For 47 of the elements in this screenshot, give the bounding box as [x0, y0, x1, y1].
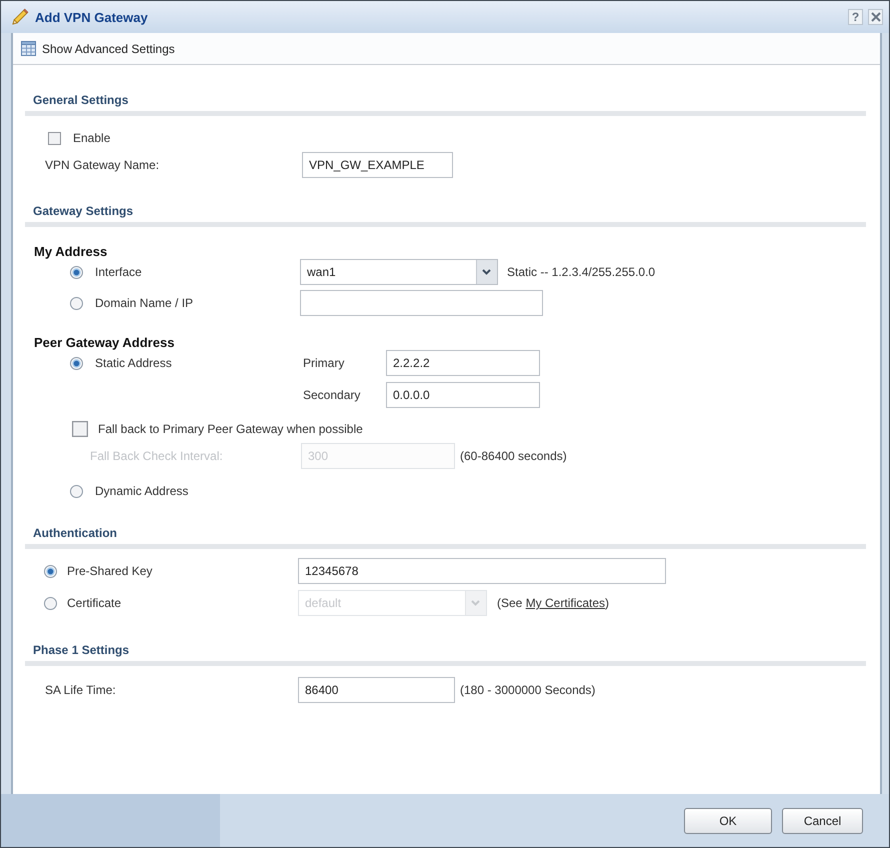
text-field[interactable] — [300, 290, 543, 316]
section-heading: Authentication — [33, 526, 117, 540]
checkbox[interactable] — [48, 132, 61, 144]
text-field[interactable]: 12345678 — [298, 558, 666, 584]
field-label: Primary — [303, 356, 344, 370]
field-label: SA Life Time: — [45, 683, 116, 697]
close-icon — [870, 12, 880, 22]
radio-button[interactable] — [70, 356, 83, 370]
caret-icon[interactable] — [476, 260, 497, 284]
option-label: Interface — [95, 265, 142, 279]
group-heading: Peer Gateway Address — [34, 334, 174, 350]
text-field[interactable]: 0.0.0.0 — [386, 382, 540, 408]
radio-button[interactable] — [70, 296, 83, 310]
help-button[interactable]: ? — [848, 9, 863, 25]
option-label: Pre-Shared Key — [67, 564, 152, 578]
radio-button[interactable] — [70, 266, 83, 278]
checkbox-label: Enable — [73, 131, 110, 145]
cancel-button[interactable]: Cancel — [782, 808, 863, 834]
dropdown[interactable]: wan1 — [300, 259, 498, 285]
window-title: Add VPN Gateway — [35, 10, 148, 24]
advanced-settings-button[interactable]: Show Advanced Settings — [19, 39, 177, 58]
option-label: Dynamic Address — [95, 484, 188, 498]
text-field[interactable]: 2.2.2.2 — [386, 350, 540, 376]
section-heading: Gateway Settings — [33, 204, 134, 218]
text-field[interactable]: 86400 — [298, 677, 455, 703]
range-hint: (60-86400 seconds) — [460, 449, 567, 463]
pencil-icon — [11, 8, 29, 26]
radio-button[interactable] — [44, 564, 57, 578]
option-label: Domain Name / IP — [95, 296, 194, 310]
range-hint: (180 - 3000000 Seconds) — [460, 683, 596, 697]
option-label: Static Address — [95, 356, 172, 370]
radio-button[interactable] — [70, 484, 83, 498]
ok-button[interactable]: OK — [684, 808, 772, 834]
section-heading: Phase 1 Settings — [33, 643, 130, 657]
table-icon — [21, 41, 36, 56]
checkbox-label: Fall back to Primary Peer Gateway when possible — [98, 422, 363, 436]
section-heading: General Settings — [33, 93, 128, 107]
field-label: VPN Gateway Name: — [45, 158, 160, 172]
field-label: Fall Back Check Interval: — [90, 449, 223, 463]
checkbox[interactable] — [72, 421, 88, 437]
address-note: Static -- 1.2.3.4/255.255.0.0 — [507, 265, 656, 279]
option-label: Certificate — [67, 596, 122, 610]
close-button[interactable] — [868, 9, 883, 25]
text-field[interactable]: VPN_GW_EXAMPLE — [302, 152, 453, 178]
group-heading: My Address — [34, 244, 108, 258]
certificates-hint: (See My Certificates) — [497, 596, 610, 610]
field-label: Secondary — [303, 388, 360, 402]
